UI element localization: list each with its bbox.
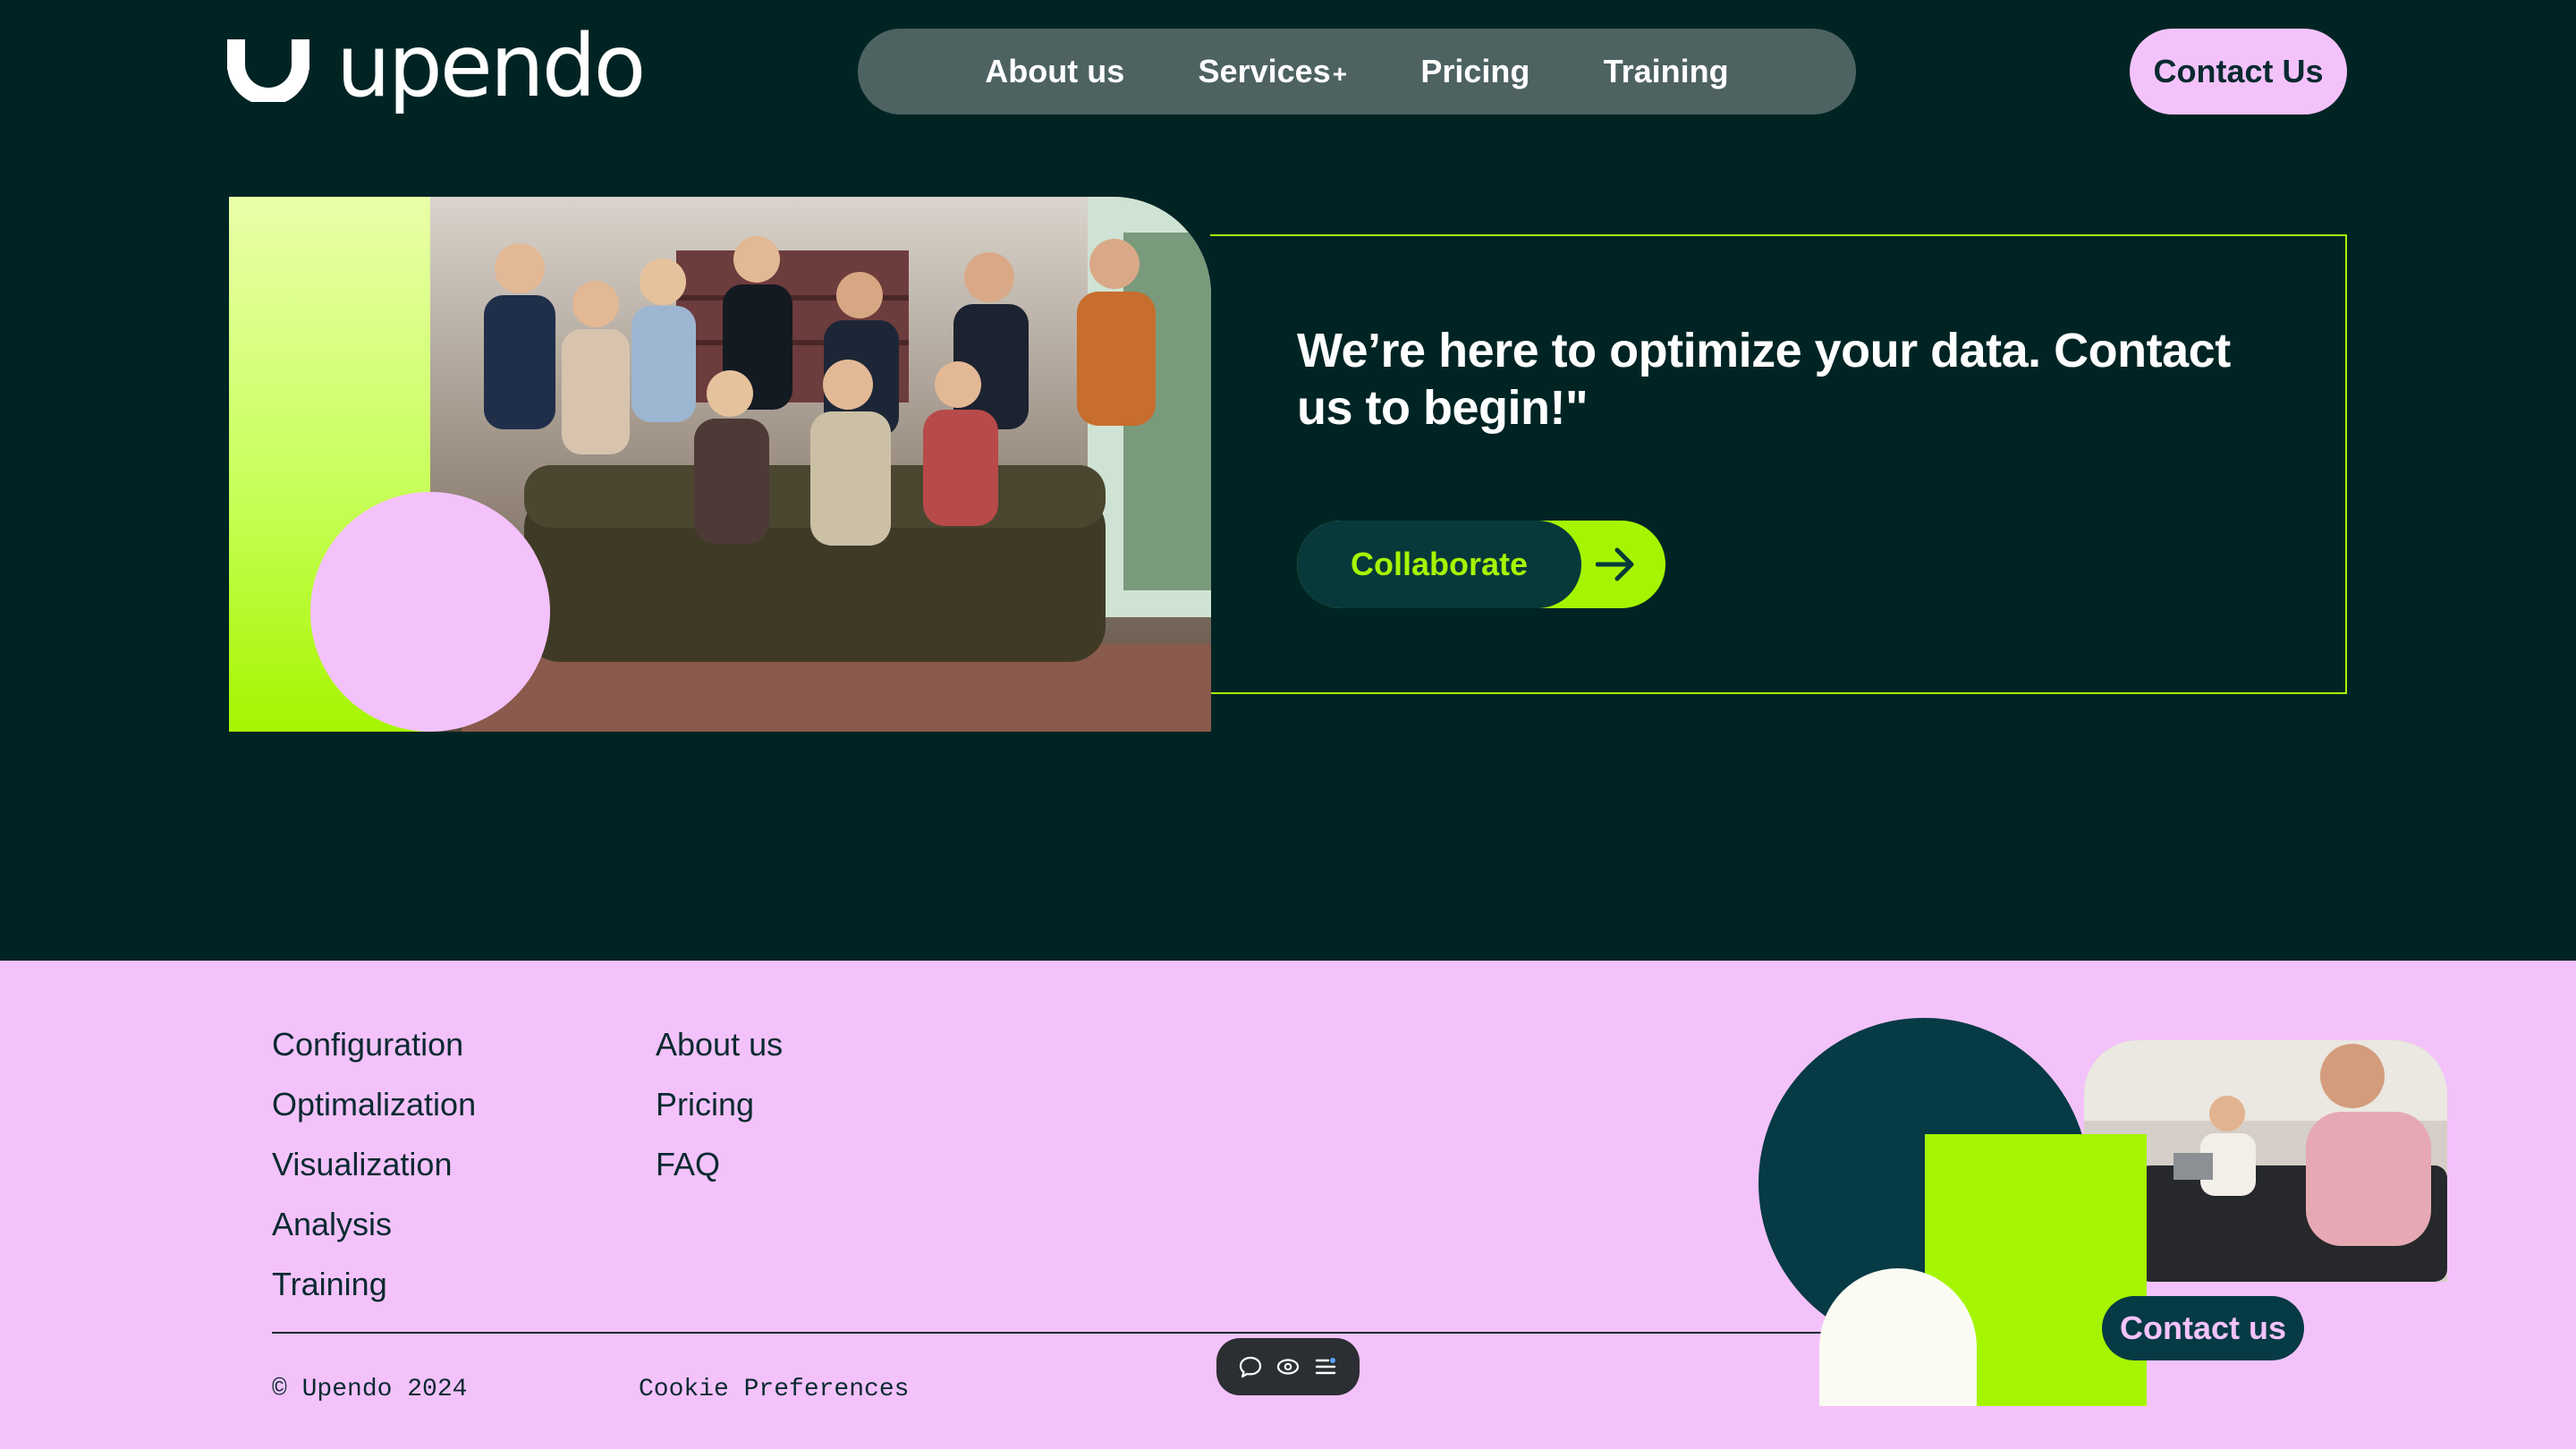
upendo-u-mark-icon	[227, 39, 309, 102]
nav-item-training[interactable]: Training	[1604, 53, 1729, 90]
footer-divider	[272, 1332, 1828, 1334]
collaborate-button-label: Collaborate	[1297, 521, 1581, 608]
logo[interactable]: upendo	[227, 23, 646, 109]
hero-team-photo	[229, 197, 1211, 732]
list-menu-icon[interactable]	[1313, 1354, 1338, 1379]
header-contact-button[interactable]: Contact Us	[2130, 29, 2347, 114]
footer-company-list: About us Pricing FAQ	[656, 1014, 783, 1194]
eye-icon[interactable]	[1275, 1354, 1301, 1379]
brand-name: upendo	[336, 16, 646, 116]
cookie-preferences-link[interactable]: Cookie Preferences	[639, 1376, 909, 1403]
services-expand-icon: +	[1332, 60, 1348, 88]
team-photo-illustration	[229, 197, 1211, 732]
hero-frame	[1210, 234, 2347, 694]
nav-item-pricing[interactable]: Pricing	[1420, 53, 1530, 90]
footer-link-about-us[interactable]: About us	[656, 1014, 783, 1074]
footer-services-list: Configuration Optimalization Visualizati…	[272, 1014, 476, 1314]
footer-link-pricing[interactable]: Pricing	[656, 1074, 783, 1134]
footer-link-visualization[interactable]: Visualization	[272, 1134, 476, 1194]
nav-item-services[interactable]: Services+	[1199, 53, 1348, 90]
footer-link-faq[interactable]: FAQ	[656, 1134, 783, 1194]
nav-item-about-us[interactable]: About us	[985, 53, 1124, 90]
arrow-right-icon	[1596, 547, 1634, 581]
footer-link-analysis[interactable]: Analysis	[272, 1194, 476, 1254]
hero-heading: We’re here to optimize your data. Contac…	[1297, 324, 2231, 435]
footer-contact-button[interactable]: Contact us	[2102, 1296, 2304, 1360]
main-nav: About us Services+ Pricing Training	[858, 29, 1856, 114]
floating-toolbar	[1216, 1338, 1360, 1395]
footer-link-training[interactable]: Training	[272, 1254, 476, 1314]
copyright-text: © Upendo 2024	[272, 1376, 468, 1403]
footer-link-configuration[interactable]: Configuration	[272, 1014, 476, 1074]
footer-link-optimalization[interactable]: Optimalization	[272, 1074, 476, 1134]
chat-bubble-icon[interactable]	[1238, 1354, 1263, 1379]
collaborate-button[interactable]: Collaborate	[1297, 521, 1665, 608]
nav-item-services-label: Services	[1198, 53, 1331, 89]
